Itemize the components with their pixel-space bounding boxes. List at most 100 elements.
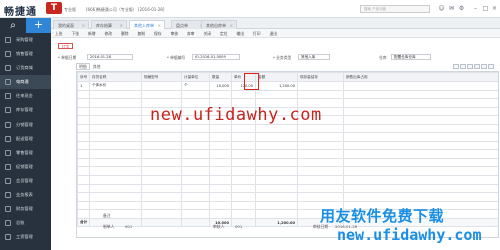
table-cell[interactable]: [255, 175, 298, 185]
toolbar-button-10[interactable]: 定位: [220, 30, 228, 37]
user-icon[interactable]: ☺: [438, 5, 445, 12]
table-cell[interactable]: [77, 140, 90, 151]
table-cell[interactable]: [255, 132, 298, 142]
table-cell[interactable]: [89, 106, 142, 117]
table-cell[interactable]: [77, 166, 90, 176]
table-cell[interactable]: [181, 89, 210, 100]
toolbar-button-12[interactable]: 打印: [253, 30, 261, 37]
table-cell[interactable]: [343, 115, 498, 125]
table-cell[interactable]: [181, 166, 210, 176]
sidebar-item-10[interactable]: 会员管理: [0, 174, 51, 188]
table-cell[interactable]: [297, 175, 344, 185]
table-cell[interactable]: [181, 183, 210, 194]
table-cell[interactable]: [89, 209, 142, 219]
sidebar-item-3[interactable]: 电商通: [0, 75, 51, 90]
table-cell[interactable]: [255, 209, 298, 219]
table-cell[interactable]: [297, 192, 344, 202]
toolbar-button-11[interactable]: 输出: [237, 30, 245, 37]
table-cell[interactable]: [297, 157, 344, 168]
table-cell[interactable]: [231, 183, 256, 194]
table-cell[interactable]: [141, 200, 182, 211]
table-cell[interactable]: [209, 166, 232, 176]
table-cell[interactable]: [297, 132, 344, 142]
table-cell[interactable]: [343, 140, 498, 151]
sidebar-item-1[interactable]: 销售管理: [0, 47, 51, 61]
column-header[interactable]: 计量单位: [181, 72, 210, 82]
table-cell[interactable]: [231, 157, 256, 168]
code-field[interactable]: IO-2016-01-0009: [192, 54, 240, 60]
table-cell[interactable]: [209, 157, 232, 168]
sidebar-item-2[interactable]: 订货商城: [0, 61, 51, 75]
toolbar-button-4[interactable]: 删除: [121, 30, 129, 37]
table-cell[interactable]: [297, 89, 344, 100]
table-cell[interactable]: 10.000: [209, 81, 232, 91]
date-field[interactable]: 2016-01-28: [87, 54, 133, 60]
add-row-icon[interactable]: [453, 64, 459, 69]
empty-row[interactable]: [77, 166, 498, 176]
empty-row[interactable]: [77, 175, 498, 185]
table-cell[interactable]: [343, 106, 498, 117]
table-cell[interactable]: [209, 209, 232, 219]
sidebar-item-7[interactable]: 配送管理: [0, 132, 51, 146]
table-cell[interactable]: [231, 132, 256, 142]
table-cell[interactable]: [255, 183, 298, 194]
table-cell[interactable]: [77, 106, 90, 117]
table-cell[interactable]: [89, 123, 142, 134]
table-cell[interactable]: [297, 123, 344, 134]
table-cell[interactable]: [181, 149, 210, 159]
table-cell[interactable]: [255, 89, 298, 100]
table-cell[interactable]: [343, 98, 498, 108]
table-cell[interactable]: [181, 132, 210, 142]
table-cell[interactable]: [77, 209, 90, 219]
column-header[interactable]: 序号: [77, 72, 90, 82]
table-cell[interactable]: [209, 140, 232, 151]
table-cell[interactable]: [77, 115, 90, 125]
table-cell[interactable]: [141, 183, 182, 194]
table-cell[interactable]: [255, 123, 298, 134]
table-cell[interactable]: [181, 140, 210, 151]
sidebar-item-11[interactable]: 业务报表: [0, 188, 51, 202]
warehouse-select[interactable]: 配置仓库仓库: [391, 54, 431, 60]
table-row[interactable]: 1 个体水价个 10.000 120.00 1,200.00: [77, 81, 498, 91]
table-cell[interactable]: [255, 140, 298, 151]
table-cell[interactable]: [141, 132, 182, 142]
tab-4[interactable]: 其他出库单 ×: [201, 20, 237, 29]
table-cell[interactable]: [255, 200, 298, 211]
table-cell[interactable]: [77, 149, 90, 159]
minimize-icon[interactable]: –: [472, 5, 479, 12]
table-cell[interactable]: [181, 123, 210, 134]
table-cell[interactable]: [89, 166, 142, 176]
table-cell[interactable]: [141, 123, 182, 134]
table-cell[interactable]: [77, 123, 90, 134]
table-cell[interactable]: [343, 81, 498, 91]
toolbar-button-9[interactable]: 关闭: [204, 30, 212, 37]
table-cell[interactable]: [231, 123, 256, 134]
table-cell[interactable]: [343, 192, 498, 202]
table-cell[interactable]: [89, 149, 142, 159]
table-cell[interactable]: [255, 192, 298, 202]
red-invoice-button[interactable]: 红字: [58, 43, 73, 49]
maximize-icon[interactable]: □: [482, 5, 489, 12]
table-cell[interactable]: [141, 149, 182, 159]
table-cell[interactable]: [343, 132, 498, 142]
table-cell[interactable]: [343, 149, 498, 159]
table-cell[interactable]: [231, 140, 256, 151]
column-header[interactable]: 销售出库占用: [343, 72, 498, 82]
table-cell[interactable]: [141, 140, 182, 151]
table-cell[interactable]: [297, 149, 344, 159]
table-cell[interactable]: [231, 175, 256, 185]
sidebar-item-13[interactable]: 总账: [0, 216, 51, 230]
empty-row[interactable]: [77, 89, 498, 100]
column-header[interactable]: 规格型号: [141, 72, 182, 82]
table-cell[interactable]: [209, 89, 232, 100]
toolbar-button-2[interactable]: 新增: [88, 30, 96, 37]
column-header[interactable]: 金额: [255, 72, 298, 82]
table-cell[interactable]: [209, 132, 232, 142]
table-cell[interactable]: [231, 89, 256, 100]
tab-0[interactable]: 我的桌面 ×: [53, 20, 89, 29]
copy-row-icon[interactable]: [474, 64, 480, 69]
table-cell[interactable]: 1: [77, 81, 90, 91]
empty-row[interactable]: [77, 157, 498, 168]
toolbar-button-1[interactable]: 下张: [72, 30, 80, 37]
table-cell[interactable]: [255, 157, 298, 168]
